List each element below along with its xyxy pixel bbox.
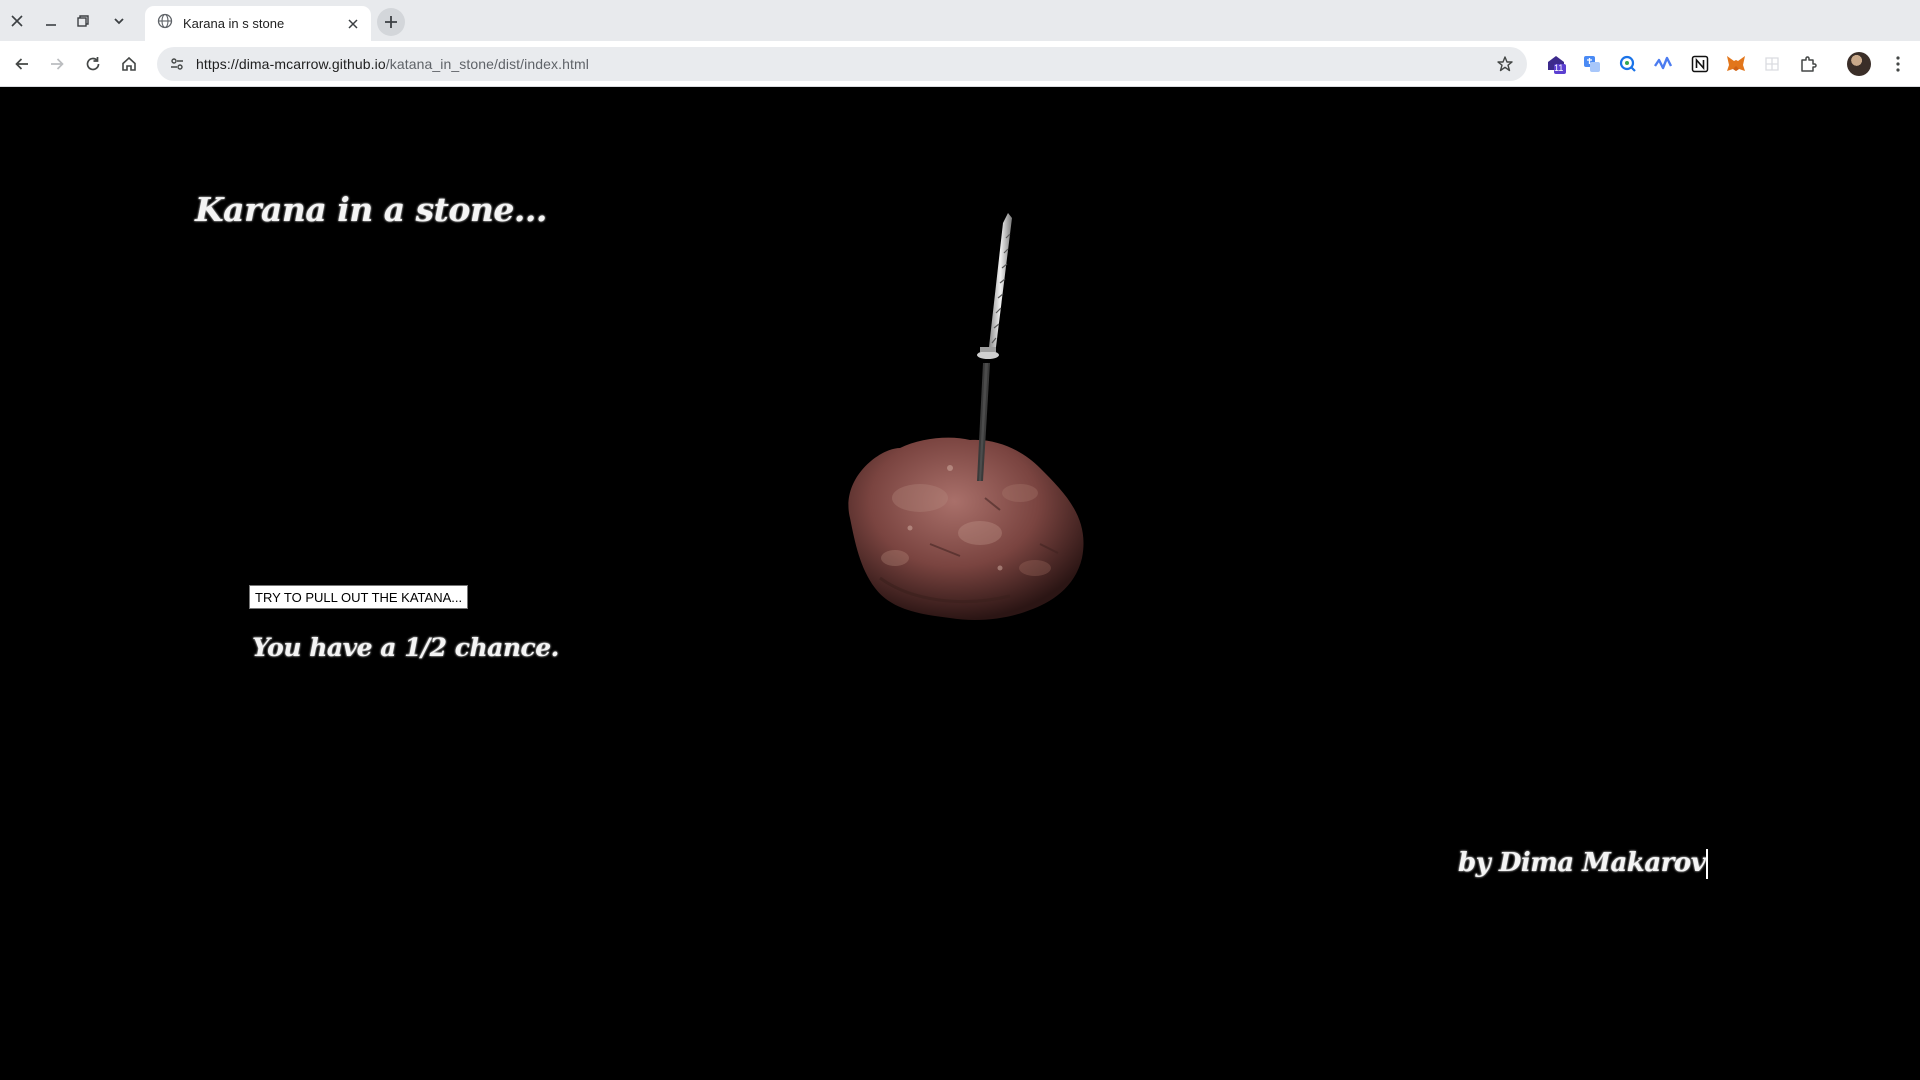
- reload-button[interactable]: [77, 48, 109, 80]
- new-tab-button[interactable]: [377, 8, 405, 36]
- bookmark-star-icon[interactable]: [1493, 52, 1517, 76]
- tab-title: Karana in s stone: [183, 16, 285, 31]
- arrow-left-icon: [15, 58, 28, 70]
- chance-text: You have a 1/2 chance.: [252, 633, 559, 662]
- back-button[interactable]: [6, 48, 38, 80]
- url-host: https://dima-mcarrow.github.io: [196, 56, 386, 72]
- site-info-icon[interactable]: [162, 49, 192, 79]
- page-title: Karana in a stone...: [195, 190, 547, 229]
- minimize-window-icon[interactable]: [36, 6, 66, 36]
- profile-avatar[interactable]: [1847, 52, 1871, 76]
- extensions-puzzle-icon[interactable]: [1794, 50, 1822, 78]
- globe-icon: [157, 13, 173, 34]
- extension-metamask-fox-icon[interactable]: [1722, 50, 1750, 78]
- reload-icon: [86, 57, 100, 71]
- close-window-icon[interactable]: [2, 6, 32, 36]
- tab-strip: Karana in s stone: [0, 0, 1920, 41]
- extension-grid-icon[interactable]: [1758, 50, 1786, 78]
- katana-stone-scene[interactable]: [820, 148, 1120, 728]
- author-credit: by Dima Makarov: [1458, 848, 1708, 879]
- extension-translate-icon[interactable]: [1578, 50, 1606, 78]
- author-name: by Dima Makarov: [1458, 848, 1706, 878]
- extension-wave-icon[interactable]: [1650, 50, 1678, 78]
- tab-close-icon[interactable]: [341, 12, 365, 36]
- text-cursor: [1706, 849, 1708, 879]
- url-text: https://dima-mcarrow.github.io/katana_in…: [196, 56, 589, 72]
- extension-calendar-icon[interactable]: 11: [1542, 50, 1570, 78]
- katana[interactable]: [977, 213, 1012, 481]
- home-icon: [122, 56, 136, 71]
- extension-badge: 11: [1554, 63, 1564, 73]
- arrow-right-icon: [51, 58, 64, 70]
- browser-menu-icon[interactable]: [1886, 50, 1910, 78]
- browser-toolbar: https://dima-mcarrow.github.io/katana_in…: [0, 41, 1920, 87]
- stone: [848, 437, 1084, 621]
- plus-icon: [385, 16, 397, 28]
- restore-window-icon[interactable]: [68, 6, 98, 36]
- extension-notion-icon[interactable]: [1686, 50, 1714, 78]
- forward-button[interactable]: [41, 48, 73, 80]
- tab-active[interactable]: Karana in s stone: [145, 6, 371, 41]
- pull-katana-button[interactable]: TRY TO PULL OUT THE KATANA...: [249, 585, 469, 609]
- address-bar[interactable]: https://dima-mcarrow.github.io/katana_in…: [157, 47, 1527, 81]
- page-content: Karana in a stone... TRY TO PULL OUT THE…: [0, 88, 1920, 1080]
- home-button[interactable]: [113, 48, 145, 80]
- tab-search-chevron-icon[interactable]: [104, 6, 134, 36]
- url-path: /katana_in_stone/dist/index.html: [385, 56, 589, 72]
- extension-search-icon[interactable]: [1614, 50, 1642, 78]
